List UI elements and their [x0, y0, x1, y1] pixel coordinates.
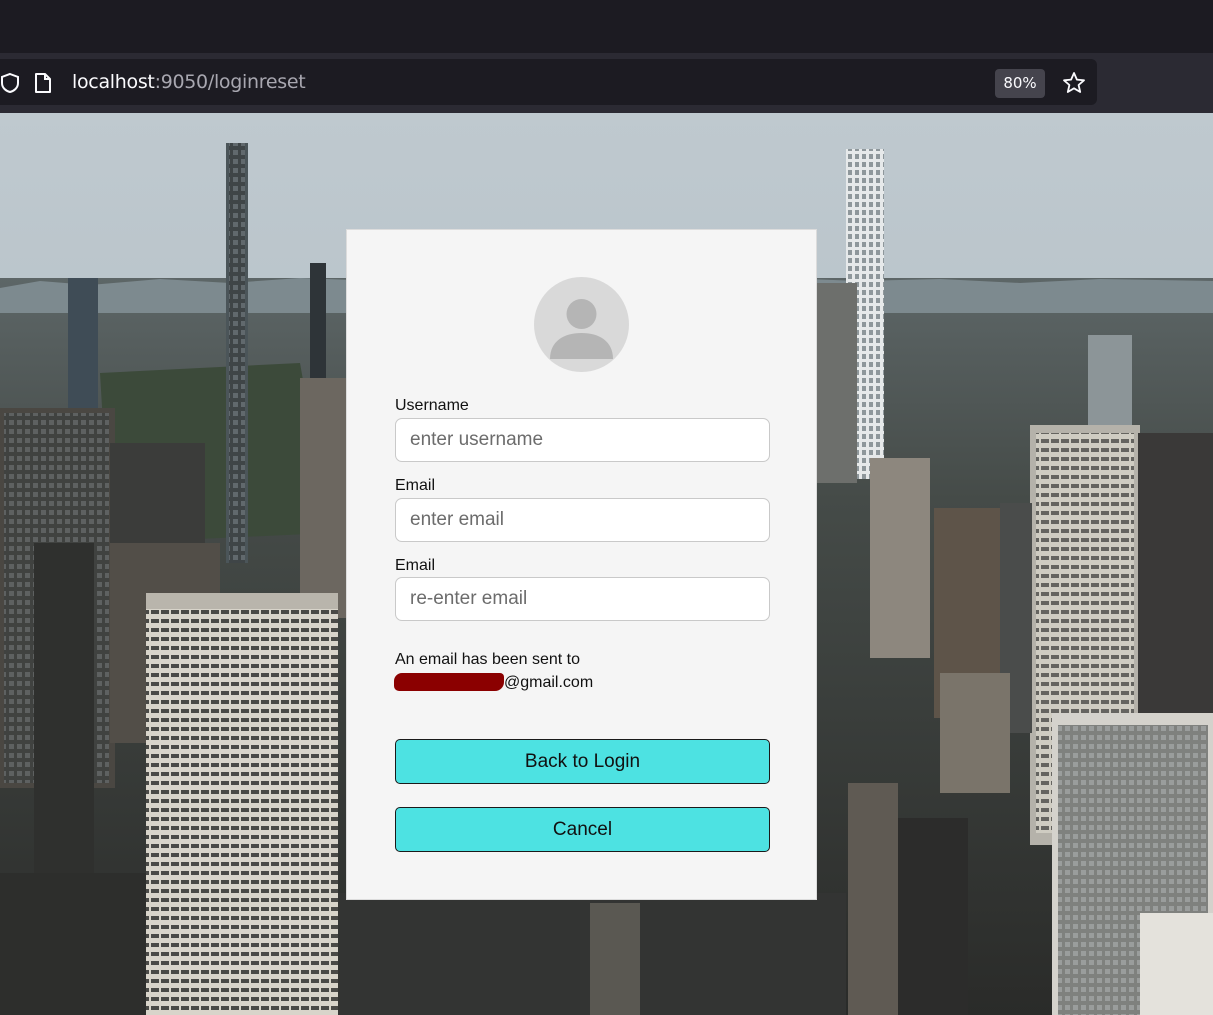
login-reset-card: Username Email Email An email has been s… [346, 229, 817, 900]
browser-tab-strip [0, 0, 1213, 53]
email-confirm-input[interactable] [395, 577, 770, 621]
redacted-email-user [394, 673, 504, 691]
zoom-level-badge[interactable]: 80% [995, 69, 1045, 98]
email-label: Email [395, 477, 436, 494]
email-sent-message: An email has been sent to @gmail.com [394, 648, 594, 694]
cancel-button[interactable]: Cancel [395, 807, 770, 852]
url-host: localhost [72, 71, 155, 93]
shield-icon[interactable] [0, 72, 20, 94]
page-icon[interactable] [34, 72, 52, 94]
email-input[interactable] [395, 498, 770, 542]
email-confirm-label: Email [395, 557, 436, 574]
browser-toolbar: localhost:9050/loginreset 80% [0, 53, 1213, 113]
email-sent-address: @gmail.com [394, 671, 594, 694]
url-path: :9050/loginreset [154, 71, 306, 93]
back-to-login-button[interactable]: Back to Login [395, 739, 770, 784]
email-domain: @gmail.com [504, 674, 594, 691]
username-label: Username [395, 397, 469, 414]
url-text[interactable]: localhost:9050/loginreset [72, 71, 306, 93]
email-sent-text: An email has been sent to [395, 651, 581, 668]
avatar-icon [534, 277, 629, 372]
bookmark-star-icon[interactable] [1062, 71, 1086, 95]
address-bar[interactable]: localhost:9050/loginreset 80% [0, 59, 1097, 105]
username-input[interactable] [395, 418, 770, 462]
